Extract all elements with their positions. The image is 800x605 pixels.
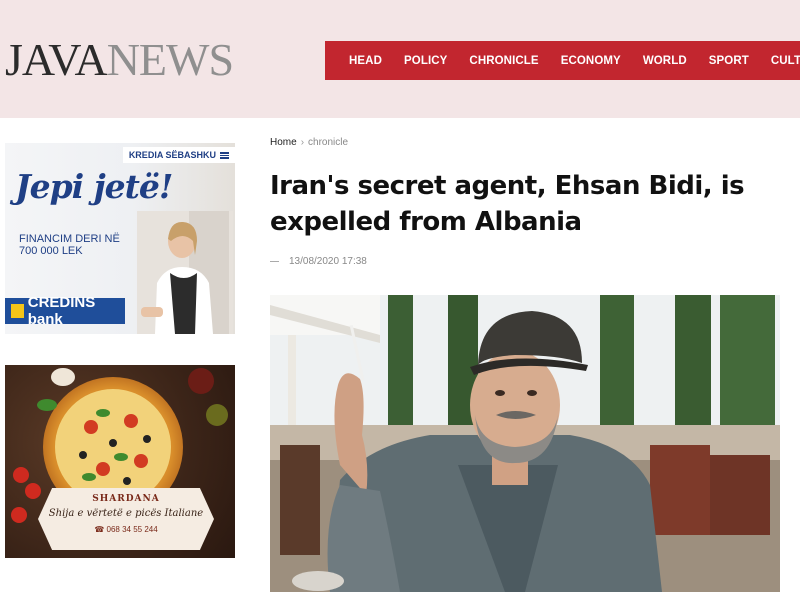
pizza-ad-banner: SHARDANA Shija e vërtetë e picës Italian… — [38, 488, 214, 550]
nav-item-head[interactable]: HEAD — [325, 55, 393, 67]
bank-ad-badge: KREDIA SËBASHKU — [122, 147, 235, 163]
credins-logo-icon — [11, 304, 24, 318]
nav-item-culture[interactable]: CULTURE — [760, 55, 800, 67]
logo-java: JAVA — [5, 34, 108, 85]
bank-ad-subtitle: FINANCIM DERI NË 700 000 LEK — [19, 233, 120, 257]
nav-item-chronicle[interactable]: CHRONICLE — [458, 55, 549, 67]
breadcrumb-home[interactable]: Home — [270, 137, 297, 148]
site-header: JAVANEWS HEAD POLICY CHRONICLE ECONOMY W… — [0, 0, 800, 118]
bank-ad[interactable]: KREDIA SËBASHKU Jepi jetë! FINANCIM DERI… — [5, 143, 235, 334]
breadcrumb: Home › chronicle — [270, 137, 348, 148]
article-date: 13/08/2020 17:38 — [289, 256, 367, 267]
meta-divider — [270, 260, 279, 262]
pizza-ad-phone: ☎ 068 34 55 244 — [94, 525, 157, 534]
nav-item-world[interactable]: WORLD — [632, 55, 698, 67]
man-smoking-illustration — [270, 295, 780, 592]
logo-news: NEWS — [106, 34, 234, 85]
site-logo[interactable]: JAVANEWS — [5, 34, 234, 85]
bank-ad-brand-text: CREDINS bank — [27, 294, 96, 328]
pizza-ad-tagline: Shija e vërtetë e picës Italiane — [48, 508, 204, 519]
nav-item-economy[interactable]: ECONOMY — [550, 55, 632, 67]
main-nav: HEAD POLICY CHRONICLE ECONOMY WORLD SPOR… — [325, 41, 800, 80]
bank-ad-badge-text: KREDIA SËBASHKU — [128, 150, 216, 160]
article-title: Iran's secret agent, Ehsan Bidi, is expe… — [270, 171, 745, 237]
menu-icon — [220, 151, 229, 159]
nav-item-policy[interactable]: POLICY — [393, 55, 458, 67]
pizza-ad-phone-number: 068 34 55 244 — [106, 525, 158, 534]
phone-icon: ☎ — [94, 525, 107, 534]
pizza-ad[interactable]: SHARDANA Shija e vërtetë e picës Italian… — [5, 365, 235, 558]
article-meta: 13/08/2020 17:38 — [270, 256, 367, 267]
chevron-right-icon: › — [300, 137, 305, 148]
nav-item-sport[interactable]: SPORT — [698, 55, 760, 67]
pizza-ad-name: SHARDANA — [92, 494, 160, 504]
article-photo — [270, 295, 780, 592]
woman-illustration — [137, 211, 233, 334]
bank-ad-slogan: Jepi jetë! — [15, 167, 173, 206]
breadcrumb-current[interactable]: chronicle — [308, 137, 348, 148]
bank-ad-brand: CREDINS bank — [5, 294, 125, 328]
